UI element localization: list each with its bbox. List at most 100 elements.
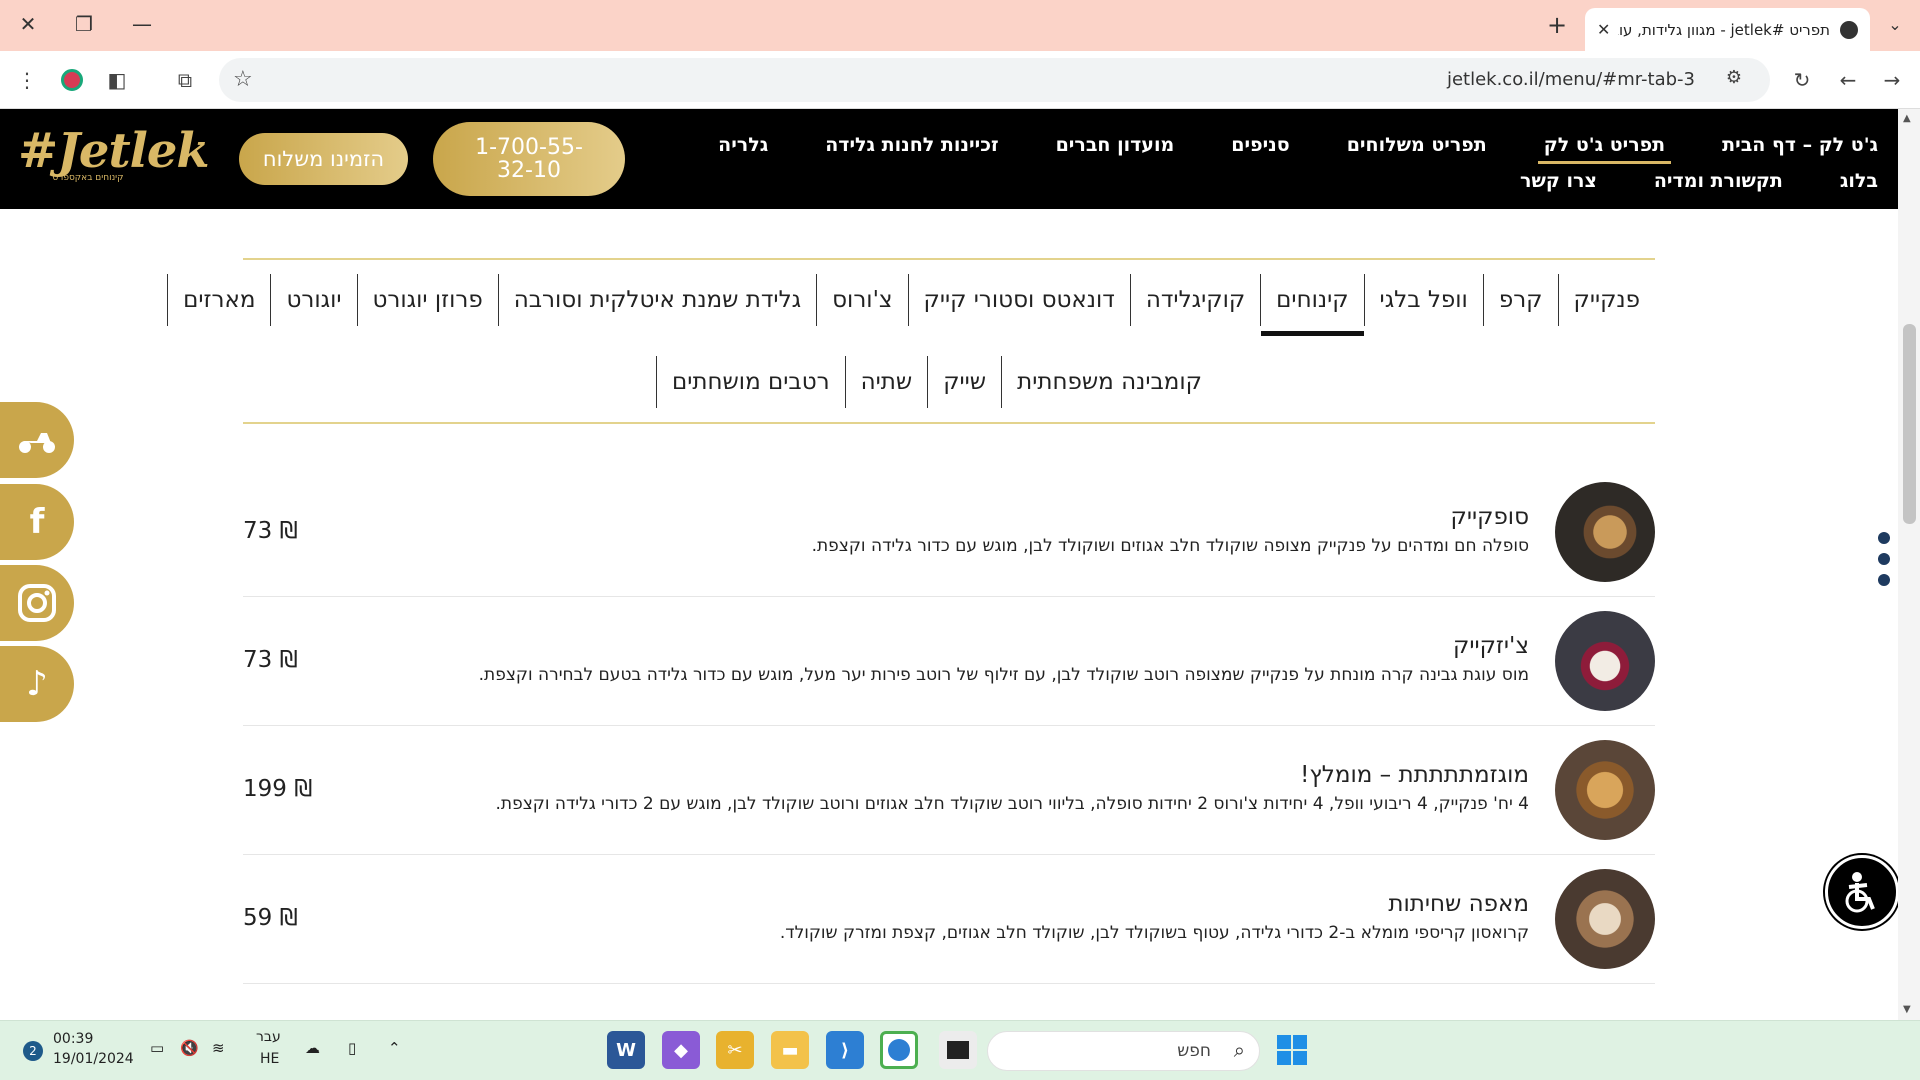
facebook-icon[interactable]: f bbox=[0, 484, 74, 560]
side-panel-icon[interactable]: ◧ bbox=[101, 64, 133, 96]
profile-icon[interactable] bbox=[56, 64, 88, 96]
chrome-icon[interactable] bbox=[880, 1031, 918, 1069]
category-tab[interactable]: שייק bbox=[927, 356, 1001, 408]
instagram-icon[interactable] bbox=[0, 565, 74, 641]
tab-search-chevron-icon[interactable]: ⌄ bbox=[1880, 10, 1910, 40]
usb-icon[interactable]: ▯ bbox=[348, 1039, 356, 1057]
browser-tab[interactable]: תפריט #jetlek - מגוון גלידות, עוגות ✕ bbox=[1585, 8, 1870, 51]
close-window-icon[interactable]: ✕ bbox=[6, 6, 50, 42]
back-icon[interactable]: ← bbox=[1832, 64, 1864, 96]
category-tab[interactable]: רטבים מושחתים bbox=[655, 356, 845, 408]
main-nav: ג'ט לק – דף הבית תפריט ג'ט לק תפריט משלוחי… bbox=[718, 127, 1878, 197]
clock-date[interactable]: 19/01/2024 bbox=[53, 1051, 134, 1067]
vscode-icon[interactable]: ⟩ bbox=[826, 1031, 864, 1069]
forward-icon[interactable]: → bbox=[1876, 64, 1908, 96]
category-tab[interactable]: קינוחים bbox=[1260, 274, 1364, 336]
menu-item-description: 4 יח' פנקייק, 4 ריבועי וופל, 4 יחידות צ'… bbox=[495, 794, 1529, 814]
file-explorer-icon[interactable]: ▬ bbox=[771, 1031, 809, 1069]
order-delivery-button[interactable]: הזמינו משלוח bbox=[239, 133, 408, 185]
category-tab[interactable]: גלידת שמנת איטלקית וסורבה bbox=[497, 274, 816, 326]
menu-list: סופקייק סופלה חם ומדהים על פנקייק מצופה ש… bbox=[243, 468, 1655, 984]
menu-item-name: מאפה שחיתות bbox=[1388, 891, 1529, 917]
menu-item-price: 59 ₪ bbox=[243, 905, 298, 931]
category-tab[interactable]: פרוזן יוגורט bbox=[356, 274, 498, 326]
category-tab[interactable]: וופל בלגי bbox=[1363, 274, 1483, 326]
nav-item[interactable]: תקשורת ומדיה bbox=[1654, 170, 1783, 192]
nav-item[interactable]: גלריה bbox=[718, 134, 768, 156]
scroll-thumb[interactable] bbox=[1903, 324, 1916, 524]
phone-button[interactable]: 1-700-55-32-10 bbox=[433, 122, 625, 196]
menu-item-name: צ'יזקייק bbox=[1453, 633, 1529, 659]
show-hidden-icons-icon[interactable]: ⌃ bbox=[388, 1039, 401, 1057]
menu-item: צ'יזקייק מוס עוגת גבינה קרה מונחת על פנקי… bbox=[243, 597, 1655, 726]
delivery-scooter-icon[interactable] bbox=[0, 402, 74, 478]
windows-start-icon[interactable] bbox=[1273, 1031, 1311, 1069]
restore-window-icon[interactable]: ❐ bbox=[62, 6, 106, 42]
menu-item-name: סופקייק bbox=[1450, 504, 1529, 530]
language-code[interactable]: HE bbox=[260, 1051, 279, 1067]
category-tab[interactable]: מארזים bbox=[167, 274, 270, 326]
search-placeholder: חפש bbox=[1177, 1041, 1211, 1061]
logo-text: #Jetlek bbox=[18, 123, 210, 179]
menu-item-price: 199 ₪ bbox=[243, 776, 313, 802]
clock-time[interactable]: 00:39 bbox=[53, 1031, 93, 1047]
site-logo[interactable]: #Jetlek קינוחים באקספרס bbox=[18, 123, 210, 195]
nav-item[interactable]: זכיינות לחנות גלידה bbox=[825, 134, 998, 156]
menu-item-description: קרואסון קריספי מומלא ב-2 כדורי גלידה, עט… bbox=[779, 923, 1529, 943]
browser-menu-icon[interactable]: ⋮ bbox=[11, 64, 43, 96]
scroll-up-icon[interactable]: ▲ bbox=[1903, 113, 1911, 124]
menu-item: מוגזמתתתתת – מומלץ! 4 יח' פנקייק, 4 ריבוע… bbox=[243, 726, 1655, 855]
nav-item[interactable]: מועדון חברים bbox=[1056, 134, 1175, 156]
volume-muted-icon[interactable]: 🔇 bbox=[180, 1039, 199, 1057]
notification-badge[interactable]: 2 bbox=[23, 1041, 43, 1061]
category-tab[interactable]: דונאטס וסטורי קייק bbox=[907, 274, 1130, 326]
taskbar-search[interactable]: ⌕ חפש bbox=[987, 1031, 1260, 1071]
menu-item-photo bbox=[1555, 482, 1655, 582]
menu-item-photo bbox=[1555, 869, 1655, 969]
search-icon: ⌕ bbox=[1233, 1038, 1245, 1062]
reload-icon[interactable]: ↻ bbox=[1786, 64, 1818, 96]
visual-studio-icon[interactable]: ◆ bbox=[662, 1031, 700, 1069]
category-tab[interactable]: פנקייק bbox=[1557, 274, 1656, 326]
site-favicon-icon bbox=[1840, 20, 1858, 39]
accessibility-icon[interactable] bbox=[1825, 855, 1899, 929]
site-settings-icon[interactable]: ⚙ bbox=[1726, 67, 1742, 88]
nav-item[interactable]: תפריט משלוחים bbox=[1347, 134, 1487, 156]
minimize-window-icon[interactable]: — bbox=[120, 6, 164, 42]
language-label[interactable]: עבר bbox=[256, 1029, 281, 1045]
wifi-icon[interactable]: ≋ bbox=[212, 1039, 225, 1057]
extensions-icon[interactable]: ⧉ bbox=[169, 64, 201, 96]
category-tab[interactable]: קומבינה משפחתית bbox=[1001, 356, 1217, 408]
nav-item[interactable]: סניפים bbox=[1231, 134, 1289, 156]
tab-close-icon[interactable]: ✕ bbox=[1597, 20, 1610, 39]
nav-item[interactable]: צרו קשר bbox=[1520, 170, 1597, 192]
page-scrollbar[interactable]: ▲ ▼ bbox=[1898, 109, 1920, 1020]
category-tab[interactable]: שתיה bbox=[844, 356, 928, 408]
terminal-icon[interactable] bbox=[939, 1031, 977, 1069]
browser-titlebar: ✕ ❐ — + תפריט #jetlek - מגוון גלידות, עו… bbox=[0, 0, 1920, 51]
onedrive-icon[interactable]: ☁ bbox=[305, 1039, 320, 1057]
menu-item-photo bbox=[1555, 611, 1655, 711]
tab-title: תפריט #jetlek - מגוון גלידות, עוגות bbox=[1618, 20, 1830, 39]
menu-item-price: 73 ₪ bbox=[243, 518, 298, 544]
menu-item: סופקייק סופלה חם ומדהים על פנקייק מצופה ש… bbox=[243, 468, 1655, 597]
nav-item[interactable]: בלוג bbox=[1840, 170, 1878, 192]
category-tab[interactable]: צ'ורוס bbox=[816, 274, 907, 326]
snipping-tool-icon[interactable]: ✂ bbox=[716, 1031, 754, 1069]
nav-item[interactable]: ג'ט לק – דף הבית bbox=[1722, 134, 1878, 156]
nav-item[interactable]: תפריט ג'ט לק bbox=[1537, 134, 1672, 164]
scroll-down-icon[interactable]: ▼ bbox=[1903, 1004, 1911, 1015]
bookmark-star-icon[interactable]: ☆ bbox=[233, 67, 253, 92]
site-header: #Jetlek קינוחים באקספרס הזמינו משלוח 1-7… bbox=[0, 109, 1898, 209]
tiktok-icon[interactable]: ♪ bbox=[0, 646, 74, 722]
category-tab[interactable]: יוגורט bbox=[270, 274, 356, 326]
battery-icon[interactable]: ▭ bbox=[150, 1039, 164, 1057]
category-tab[interactable]: קוקיגלידה bbox=[1129, 274, 1260, 326]
new-tab-icon[interactable]: + bbox=[1542, 10, 1572, 40]
address-bar[interactable]: ☆ jetlek.co.il/menu/#mr-tab-3 ⚙ bbox=[219, 58, 1770, 102]
url-text[interactable]: jetlek.co.il/menu/#mr-tab-3 bbox=[1447, 69, 1695, 90]
section-dots-nav[interactable] bbox=[1878, 532, 1890, 595]
menu-item-name: מוגזמתתתתת – מומלץ! bbox=[1300, 762, 1529, 788]
category-tab[interactable]: קרפ bbox=[1482, 274, 1558, 326]
word-icon[interactable]: W bbox=[607, 1031, 645, 1069]
